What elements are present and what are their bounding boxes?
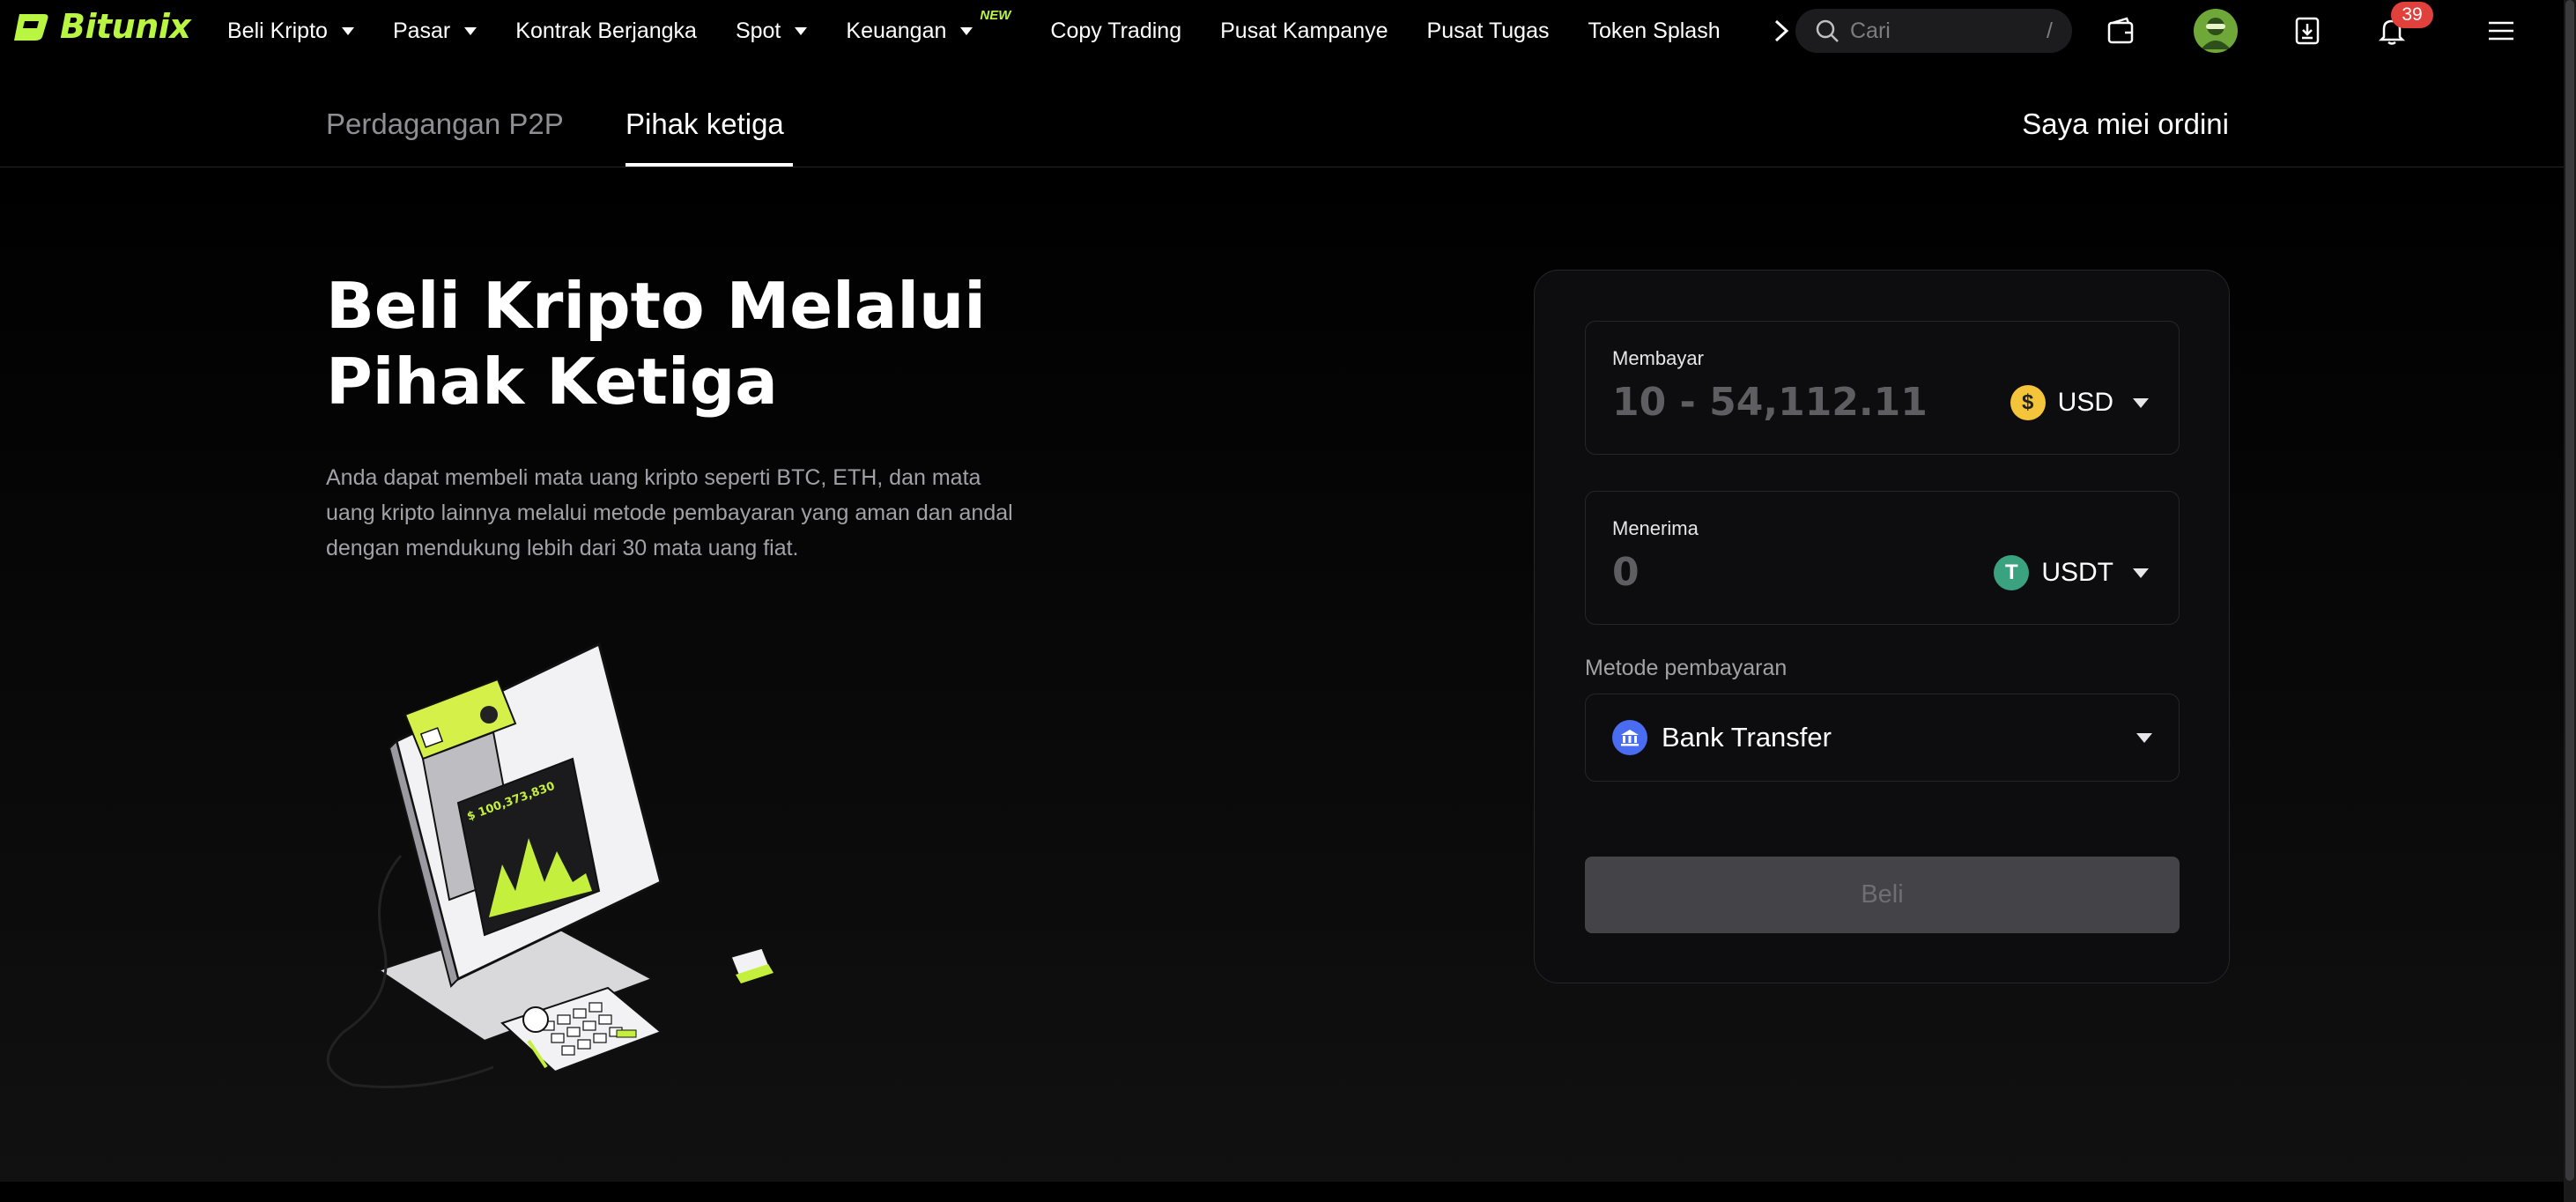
user-avatar-icon bbox=[2201, 18, 2231, 49]
pay-label: Membayar bbox=[1612, 347, 1704, 369]
logo-text: Bitunix bbox=[60, 7, 191, 46]
sub-navigation: Perdagangan P2P Pihak ketiga Saya miei o… bbox=[0, 62, 2576, 167]
crypto-purchase-illustration: $ 100,373,830 bbox=[326, 642, 774, 1088]
nav-item-spot[interactable]: Spot bbox=[735, 18, 808, 44]
chevron-down-icon bbox=[795, 26, 808, 35]
chevron-down-icon bbox=[2136, 732, 2152, 743]
buy-crypto-form: Membayar 10 - 54,112.11 $ USD Menerima 0… bbox=[1534, 270, 2230, 983]
search-icon bbox=[1816, 19, 1839, 42]
nav-item-label: Pusat Kampanye bbox=[1220, 18, 1388, 43]
payment-method-select[interactable]: Bank Transfer bbox=[1585, 694, 2180, 782]
chevron-down-icon bbox=[341, 26, 354, 35]
menu-icon[interactable] bbox=[2486, 16, 2516, 46]
page-title-line2: Pihak Ketiga bbox=[326, 345, 778, 419]
nav-item-label: Copy Trading bbox=[1050, 18, 1182, 43]
nav-item-kontrak-berjangka[interactable]: Kontrak Berjangka bbox=[515, 19, 697, 44]
usd-coin-icon: $ bbox=[2010, 385, 2046, 420]
main-content: Beli Kripto Melalui Pihak Ketiga Anda da… bbox=[0, 168, 2576, 1182]
search-shortcut-hint: / bbox=[2047, 18, 2053, 43]
search-input[interactable] bbox=[1850, 18, 2026, 44]
page-title: Beli Kripto Melalui Pihak Ketiga bbox=[326, 268, 1119, 419]
nav-item-pusat-tugas[interactable]: Pusat Tugas bbox=[1427, 19, 1550, 44]
chevron-down-icon bbox=[464, 26, 477, 35]
nav-item-label: Keuangan bbox=[846, 18, 947, 43]
receive-label: Menerima bbox=[1612, 517, 1699, 539]
nav-item-keuangan[interactable]: Keuangan NEW bbox=[846, 8, 1010, 44]
avatar[interactable] bbox=[2194, 9, 2238, 53]
nav-item-pasar[interactable]: Pasar bbox=[393, 19, 477, 44]
nav-item-label: Pusat Tugas bbox=[1426, 18, 1550, 43]
notification-count-badge: 39 bbox=[2391, 2, 2433, 28]
usdt-coin-icon: T bbox=[1994, 555, 2030, 590]
payment-method-label: Metode pembayaran bbox=[1585, 656, 1788, 680]
nav-item-pusat-kampanye[interactable]: Pusat Kampanye bbox=[1220, 19, 1388, 44]
nav-item-label: Pasar bbox=[392, 18, 451, 43]
receive-amount-field[interactable]: Menerima 0 T USDT bbox=[1585, 491, 2180, 625]
chevron-down-icon bbox=[2133, 568, 2149, 578]
scrollbar-thumb[interactable] bbox=[2565, 0, 2574, 1181]
nav-item-label: Token Splash bbox=[1588, 18, 1721, 43]
page-description: Anda dapat membeli mata uang kripto sepe… bbox=[326, 465, 1013, 560]
receive-currency-label: USDT bbox=[2041, 558, 2113, 587]
tab-third-party[interactable]: Pihak ketiga bbox=[625, 108, 784, 141]
chevron-down-icon bbox=[960, 26, 973, 35]
nav-item-label: Kontrak Berjangka bbox=[515, 18, 697, 43]
pay-amount-input[interactable]: 10 - 54,112.11 bbox=[1612, 380, 1928, 425]
search-bar[interactable]: / bbox=[1795, 9, 2072, 53]
nav-item-label: Beli Kripto bbox=[227, 18, 328, 43]
nav-item-label: Spot bbox=[735, 18, 781, 43]
download-icon[interactable] bbox=[2292, 16, 2322, 46]
active-tab-indicator bbox=[625, 163, 793, 167]
buy-button[interactable]: Beli bbox=[1585, 857, 2180, 933]
my-orders-link[interactable]: Saya miei ordini bbox=[2022, 108, 2229, 141]
bitunix-logo-icon bbox=[14, 14, 48, 41]
receive-currency-select[interactable]: T USDT bbox=[1994, 555, 2149, 590]
receive-amount-value: 0 bbox=[1612, 550, 1640, 595]
top-navigation: Bitunix Beli Kripto Pasar Kontrak Berjan… bbox=[0, 0, 2576, 62]
main-menu: Beli Kripto Pasar Kontrak Berjangka Spot… bbox=[227, 0, 1778, 62]
chevron-right-icon[interactable] bbox=[1771, 18, 1792, 44]
nav-item-token-splash[interactable]: Token Splash bbox=[1588, 19, 1721, 44]
pay-amount-field[interactable]: Membayar 10 - 54,112.11 $ USD bbox=[1585, 321, 2180, 455]
nav-item-copy-trading[interactable]: Copy Trading bbox=[1050, 19, 1181, 44]
page-scrollbar[interactable] bbox=[2564, 0, 2576, 1202]
bank-icon bbox=[1612, 720, 1647, 755]
new-badge: NEW bbox=[980, 7, 1011, 23]
payment-method-value: Bank Transfer bbox=[1662, 722, 1832, 753]
logo[interactable]: Bitunix bbox=[12, 7, 191, 46]
page-title-line1: Beli Kripto Melalui bbox=[326, 269, 986, 343]
pay-currency-label: USD bbox=[2057, 388, 2113, 417]
wallet-icon[interactable] bbox=[2106, 16, 2136, 46]
nav-item-beli-kripto[interactable]: Beli Kripto bbox=[227, 19, 354, 44]
pay-currency-select[interactable]: $ USD bbox=[2010, 385, 2149, 420]
chevron-down-icon bbox=[2133, 397, 2149, 408]
tab-p2p-trading[interactable]: Perdagangan P2P bbox=[326, 108, 564, 141]
